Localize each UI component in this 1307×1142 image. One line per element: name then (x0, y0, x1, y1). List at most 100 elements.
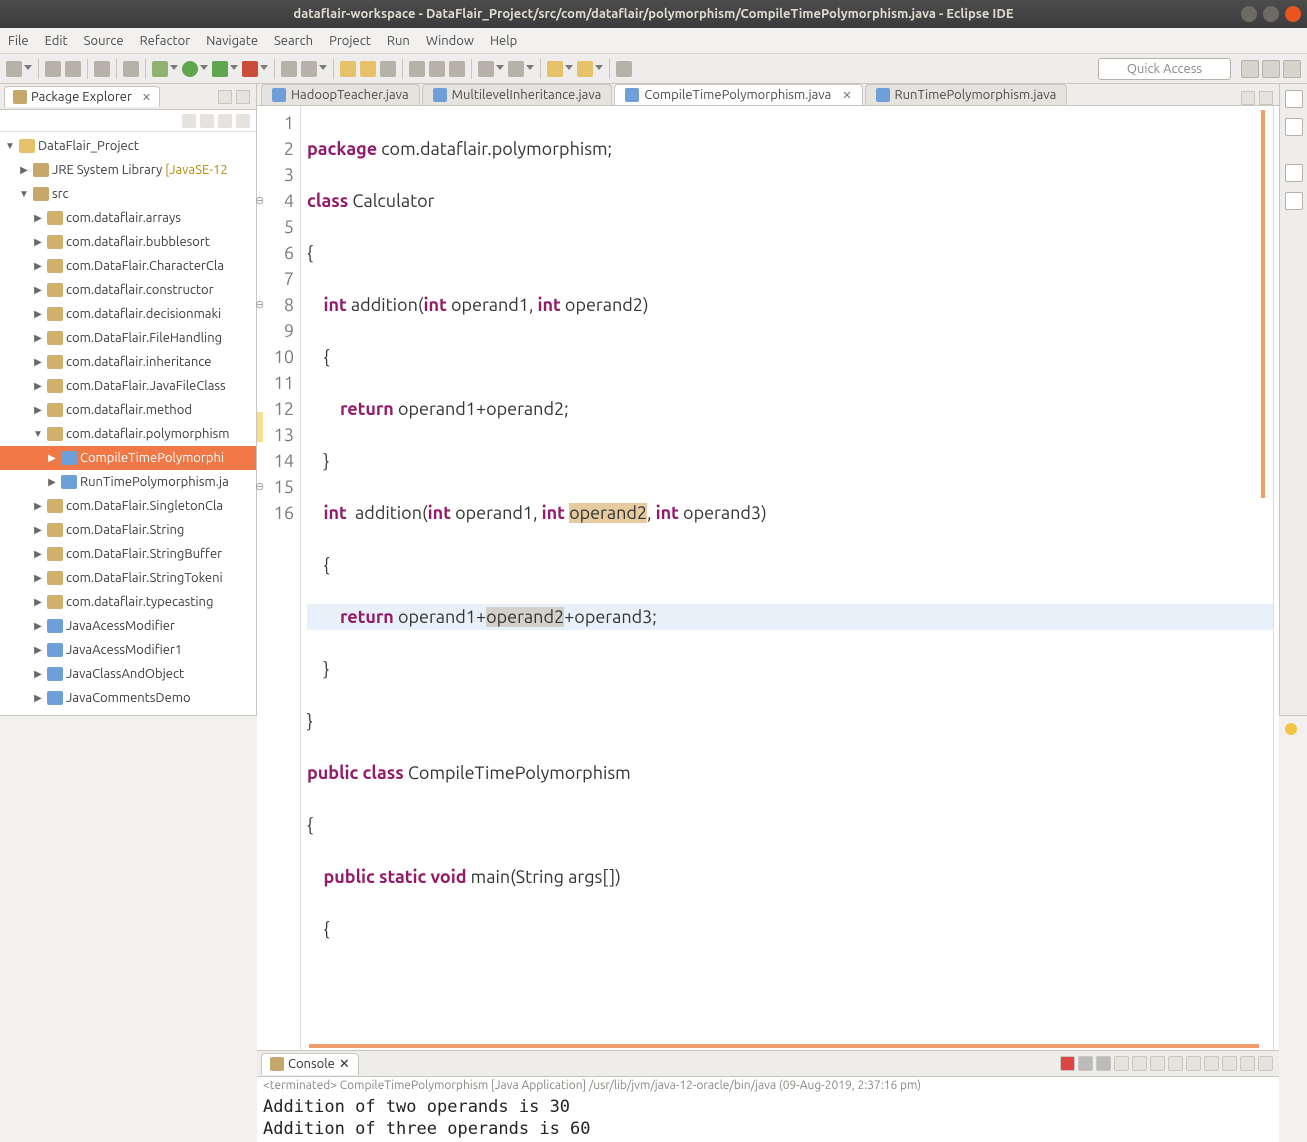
dropdown-icon[interactable] (200, 65, 208, 73)
close-icon[interactable]: ✕ (842, 89, 851, 102)
dropdown-icon[interactable] (565, 65, 573, 73)
dropdown-icon[interactable] (319, 65, 327, 73)
minimize-view-icon[interactable] (1240, 1056, 1255, 1071)
new-console-icon[interactable] (1222, 1056, 1237, 1071)
editor-tab[interactable]: HadoopTeacher.java (261, 84, 420, 105)
tree-package[interactable]: ▶com.DataFlair.StringTokeni (0, 566, 256, 590)
dropdown-icon[interactable] (170, 65, 178, 73)
tree-src[interactable]: ▼src (0, 182, 256, 206)
tree-package[interactable]: ▶JavaAcessModifier1 (0, 638, 256, 662)
tree-package[interactable]: ▶com.DataFlair.String (0, 518, 256, 542)
code-editor[interactable]: 12345678910111213141516 package com.data… (257, 106, 1279, 1050)
close-button[interactable] (1285, 6, 1301, 22)
search-icon[interactable] (380, 61, 396, 77)
package-explorer-tab[interactable]: Package Explorer ✕ (4, 86, 160, 107)
save-all-icon[interactable] (65, 61, 81, 77)
toggle-block-icon[interactable] (429, 61, 445, 77)
skip-breakpoints-icon[interactable] (123, 61, 139, 77)
maximize-editor-icon[interactable] (1259, 91, 1273, 105)
tree-package[interactable]: ▶com.DataFlair.JavaFileClass (0, 374, 256, 398)
tree-package[interactable]: ▶com.DataFlair.SingletonCla (0, 494, 256, 518)
next-annotation-icon[interactable] (478, 61, 494, 77)
filter-icon[interactable] (218, 114, 232, 128)
menu-help[interactable]: Help (490, 34, 517, 48)
menu-search[interactable]: Search (274, 34, 313, 48)
open-type-icon[interactable] (340, 61, 356, 77)
maximize-view-icon[interactable] (1258, 1056, 1273, 1071)
menu-edit[interactable]: Edit (45, 34, 68, 48)
open-perspective-icon[interactable] (1241, 60, 1259, 78)
overview-ruler-bg[interactable] (1273, 106, 1279, 1050)
collapse-all-icon[interactable] (182, 114, 196, 128)
tree-package[interactable]: ▶JavaAcessModifier (0, 614, 256, 638)
minimize-editor-icon[interactable] (1241, 91, 1255, 105)
task-list-icon[interactable] (1285, 118, 1303, 136)
menu-file[interactable]: File (8, 34, 29, 48)
back-icon[interactable] (547, 61, 563, 77)
pin-icon[interactable] (616, 61, 632, 77)
toggle-icon[interactable] (94, 61, 110, 77)
new-icon[interactable] (6, 61, 22, 77)
java-perspective-icon[interactable] (1262, 60, 1280, 78)
tree-package[interactable]: ▶com.dataflair.inheritance (0, 350, 256, 374)
tree-package[interactable]: ▼com.dataflair.polymorphism (0, 422, 256, 446)
pin-console-icon[interactable] (1168, 1056, 1183, 1071)
dropdown-icon[interactable] (595, 65, 603, 73)
package-tree[interactable]: ▼DataFlair_Project ▶JRE System Library [… (0, 132, 256, 715)
tree-jre[interactable]: ▶JRE System Library [JavaSE-12 (0, 158, 256, 182)
menu-refactor[interactable]: Refactor (140, 34, 191, 48)
forward-icon[interactable] (577, 61, 593, 77)
remove-all-icon[interactable] (1096, 1056, 1111, 1071)
new-package-icon[interactable] (281, 61, 297, 77)
maximize-view-icon[interactable] (236, 90, 250, 104)
tree-java-file[interactable]: ▶CompileTimePolymorphi (0, 446, 256, 470)
tree-project[interactable]: ▼DataFlair_Project (0, 134, 256, 158)
minimize-view-icon[interactable] (218, 90, 232, 104)
tree-package[interactable]: ▶com.DataFlair.CharacterCla (0, 254, 256, 278)
code-area[interactable]: package com.dataflair.polymorphism; clas… (301, 106, 1273, 1050)
restore-icon[interactable] (1285, 164, 1303, 182)
link-editor-icon[interactable] (200, 114, 214, 128)
editor-tab-active[interactable]: CompileTimePolymorphism.java✕ (614, 84, 862, 105)
quick-access-input[interactable]: Quick Access (1098, 58, 1231, 80)
tree-package[interactable]: ▶com.dataflair.arrays (0, 206, 256, 230)
clear-console-icon[interactable] (1114, 1056, 1129, 1071)
dropdown-icon[interactable] (526, 65, 534, 73)
tree-package[interactable]: ▶com.dataflair.decisionmaki (0, 302, 256, 326)
maximize-button[interactable] (1263, 6, 1279, 22)
dropdown-icon[interactable] (496, 65, 504, 73)
tree-package[interactable]: ▶com.dataflair.constructor (0, 278, 256, 302)
tree-package[interactable]: ▶JavaConsoleInput (0, 710, 256, 715)
minimize-button[interactable] (1241, 6, 1257, 22)
word-wrap-icon[interactable] (1150, 1056, 1165, 1071)
tree-package[interactable]: ▶com.DataFlair.FileHandling (0, 326, 256, 350)
tip-icon[interactable] (1285, 723, 1297, 735)
dropdown-icon[interactable] (230, 65, 238, 73)
save-icon[interactable] (45, 61, 61, 77)
run-icon[interactable] (182, 61, 198, 77)
show-ws-icon[interactable] (449, 61, 465, 77)
new-class-icon[interactable] (301, 61, 317, 77)
remove-launch-icon[interactable] (1078, 1056, 1093, 1071)
menu-navigate[interactable]: Navigate (206, 34, 258, 48)
display-console-icon[interactable] (1186, 1056, 1201, 1071)
close-icon[interactable]: ✕ (339, 1057, 350, 1072)
tree-package[interactable]: ▶com.DataFlair.StringBuffer (0, 542, 256, 566)
tree-package[interactable]: ▶com.dataflair.bubblesort (0, 230, 256, 254)
tree-package[interactable]: ▶JavaCommentsDemo (0, 686, 256, 710)
menu-window[interactable]: Window (426, 34, 474, 48)
menu-source[interactable]: Source (84, 34, 124, 48)
open-console-icon[interactable] (1204, 1056, 1219, 1071)
editor-tab[interactable]: RunTimePolymorphism.java (865, 84, 1068, 105)
dropdown-icon[interactable] (260, 65, 268, 73)
debug-icon[interactable] (152, 61, 168, 77)
prev-annotation-icon[interactable] (508, 61, 524, 77)
debug-perspective-icon[interactable] (1283, 60, 1301, 78)
toggle-mark-icon[interactable] (409, 61, 425, 77)
dropdown-icon[interactable] (24, 65, 32, 73)
tree-java-file[interactable]: ▶RunTimePolymorphism.ja (0, 470, 256, 494)
line-gutter[interactable]: 12345678910111213141516 (257, 106, 301, 1050)
view-menu-icon[interactable] (236, 114, 250, 128)
coverage-icon[interactable] (212, 61, 228, 77)
external-tools-icon[interactable] (242, 61, 258, 77)
